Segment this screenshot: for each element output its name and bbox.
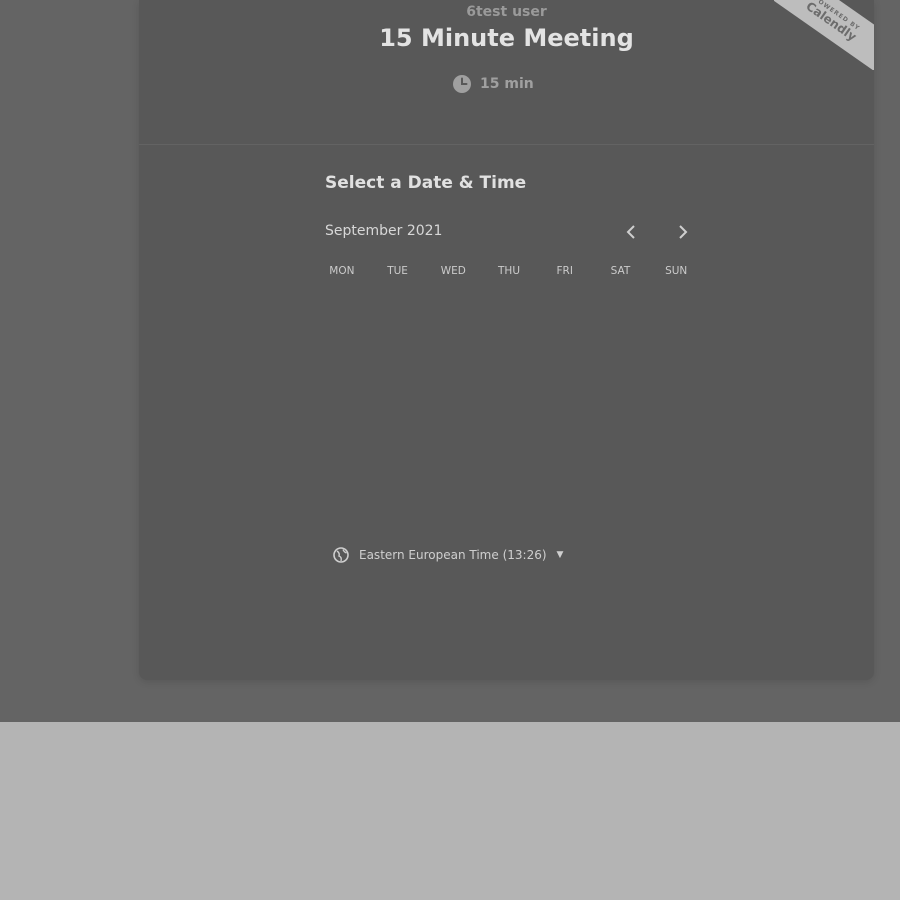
weekday-tue: TUE xyxy=(387,265,408,277)
month-navigation: September 2021 xyxy=(325,221,700,245)
event-header: 6test user 15 Minute Meeting 15 min POWE… xyxy=(139,0,874,145)
booking-card: 6test user 15 Minute Meeting 15 min POWE… xyxy=(139,0,874,680)
event-title: 15 Minute Meeting xyxy=(379,24,634,52)
weekday-wed: WED xyxy=(440,265,466,277)
weekday-header: MON TUE WED THU FRI SAT SUN xyxy=(314,265,704,277)
chevron-left-icon xyxy=(626,223,636,244)
weekday-fri: FRI xyxy=(556,265,573,277)
section-title: Select a Date & Time xyxy=(325,173,527,193)
next-month-button[interactable] xyxy=(671,221,695,245)
timezone-selector[interactable]: Eastern European Time (13:26) ▼ xyxy=(333,545,563,565)
powered-by-ribbon[interactable]: POWERED BY Calendly xyxy=(774,0,874,70)
duration-info: 15 min xyxy=(452,72,534,96)
clock-icon xyxy=(452,74,472,94)
month-label: September 2021 xyxy=(325,223,443,239)
caret-down-icon: ▼ xyxy=(556,550,564,560)
weekday-thu: THU xyxy=(498,265,521,277)
host-name: 6test user xyxy=(466,4,547,20)
weekday-sat: SAT xyxy=(610,265,631,277)
globe-icon xyxy=(333,547,349,563)
weekday-sun: SUN xyxy=(665,265,688,277)
timezone-label: Eastern European Time (13:26) xyxy=(359,548,547,562)
previous-month-button[interactable] xyxy=(619,221,643,245)
duration-label: 15 min xyxy=(480,76,534,92)
weekday-mon: MON xyxy=(329,265,355,277)
chevron-right-icon xyxy=(678,223,688,244)
